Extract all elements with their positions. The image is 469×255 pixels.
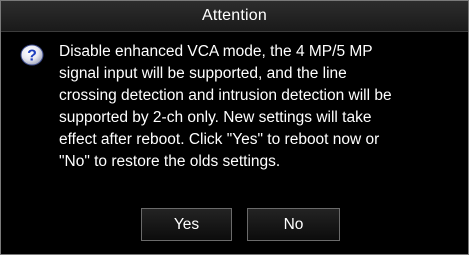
question-icon: ? <box>20 44 44 66</box>
message-line: effect after reboot. Click "Yes" to rebo… <box>59 131 380 148</box>
message-line: supported by 2-ch only. New settings wil… <box>59 109 372 126</box>
yes-button[interactable]: Yes <box>141 208 232 241</box>
no-button-label: No <box>283 215 304 233</box>
message-line: crossing detection and intrusion detecti… <box>59 87 392 104</box>
dialog-message: Disable enhanced VCA mode, the 4 MP/5 MP… <box>59 41 459 173</box>
message-line: signal input will be supported, and the … <box>59 65 347 82</box>
attention-dialog: Attention ? Disable enhanced VCA mode, t… <box>0 0 469 255</box>
no-button[interactable]: No <box>247 208 340 241</box>
svg-text:?: ? <box>27 48 37 65</box>
message-line: Disable enhanced VCA mode, the 4 MP/5 MP <box>59 43 373 60</box>
dialog-title-bar: Attention <box>1 1 468 32</box>
dialog-title: Attention <box>202 7 267 24</box>
yes-button-label: Yes <box>173 215 200 233</box>
message-line: "No" to restore the olds settings. <box>59 153 281 170</box>
